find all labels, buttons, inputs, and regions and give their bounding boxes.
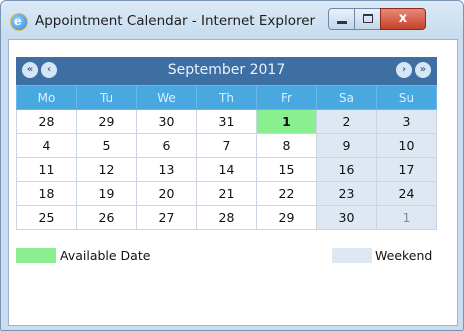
minimize-icon: [337, 21, 347, 24]
calendar-day-cell[interactable]: 28: [196, 205, 257, 230]
calendar-day-cell[interactable]: 29: [256, 205, 317, 230]
available-date-swatch: [16, 248, 56, 263]
calendar-day-cell[interactable]: 19: [76, 181, 137, 206]
calendar-day-cell[interactable]: 21: [196, 181, 257, 206]
calendar-day-cell[interactable]: 5: [76, 133, 137, 158]
calendar-day-cell[interactable]: 14: [196, 157, 257, 182]
calendar-day-cell[interactable]: 9: [316, 133, 377, 158]
close-button[interactable]: x: [380, 8, 426, 30]
calendar-day-cell[interactable]: 10: [376, 133, 437, 158]
calendar: « ‹ September 2017 › » Mo Tu We Th Fr Sa…: [16, 57, 437, 230]
calendar-day-cell[interactable]: 4: [16, 133, 77, 158]
calendar-day-cell[interactable]: 16: [316, 157, 377, 182]
maximize-button[interactable]: [354, 8, 381, 30]
weekday-header: Tu: [76, 85, 137, 110]
legend: Available Date Weekend: [16, 246, 437, 266]
calendar-day-cell[interactable]: 26: [76, 205, 137, 230]
available-date-label: Available Date: [60, 248, 151, 263]
weekday-header: Mo: [16, 85, 77, 110]
calendar-day-cell[interactable]: 13: [136, 157, 197, 182]
weekday-header-row: Mo Tu We Th Fr Sa Su: [16, 85, 437, 110]
calendar-day-cell[interactable]: 23: [316, 181, 377, 206]
calendar-day-cell[interactable]: 31: [196, 109, 257, 134]
weekday-header: We: [136, 85, 197, 110]
calendar-header: « ‹ September 2017 › »: [16, 57, 437, 85]
calendar-grid: Mo Tu We Th Fr Sa Su 28 29 30 31 1 2 3 4 5 6 7 8 9 10…: [16, 85, 437, 230]
weekend-label: Weekend: [375, 248, 433, 263]
calendar-day-cell[interactable]: 27: [136, 205, 197, 230]
title-bar[interactable]: e Appointment Calendar - Internet Explor…: [1, 1, 463, 39]
calendar-day-cell[interactable]: 30: [316, 205, 377, 230]
maximize-icon: [363, 14, 373, 23]
calendar-week-row: 25 26 27 28 29 30 1: [16, 205, 437, 230]
calendar-day-cell[interactable]: 12: [76, 157, 137, 182]
calendar-day-cell[interactable]: 7: [196, 133, 257, 158]
double-right-arrow-icon: »: [419, 64, 427, 75]
window-title: Appointment Calendar - Internet Explorer: [35, 13, 316, 29]
calendar-days: 28 29 30 31 1 2 3 4 5 6 7 8 9 10 11 12 13 14 15 16 17 18 19 20 2…: [16, 109, 437, 230]
minimize-button[interactable]: [328, 8, 355, 30]
calendar-day-cell[interactable]: 20: [136, 181, 197, 206]
calendar-day-cell[interactable]: 2: [316, 109, 377, 134]
weekday-header: Su: [376, 85, 437, 110]
weekday-header: Sa: [316, 85, 377, 110]
right-arrow-icon: ›: [401, 64, 407, 75]
calendar-day-cell[interactable]: 30: [136, 109, 197, 134]
calendar-day-cell[interactable]: 1: [376, 205, 437, 230]
next-month-button[interactable]: ›: [396, 62, 412, 78]
calendar-week-row: 28 29 30 31 1 2 3: [16, 109, 437, 134]
month-label: September 2017: [167, 62, 286, 78]
calendar-day-cell[interactable]: 6: [136, 133, 197, 158]
weekend-swatch: [332, 248, 372, 263]
calendar-day-cell[interactable]: 17: [376, 157, 437, 182]
calendar-day-cell[interactable]: 29: [76, 109, 137, 134]
calendar-week-row: 11 12 13 14 15 16 17: [16, 157, 437, 182]
next-year-button[interactable]: »: [415, 62, 431, 78]
calendar-day-cell[interactable]: 15: [256, 157, 317, 182]
calendar-day-cell[interactable]: 3: [376, 109, 437, 134]
internet-explorer-icon: e: [11, 14, 27, 30]
calendar-day-cell[interactable]: 18: [16, 181, 77, 206]
calendar-day-cell[interactable]: 22: [256, 181, 317, 206]
calendar-day-cell[interactable]: 1: [256, 109, 317, 134]
calendar-week-row: 4 5 6 7 8 9 10: [16, 133, 437, 158]
close-icon: x: [398, 11, 408, 26]
weekday-header: Fr: [256, 85, 317, 110]
calendar-day-cell[interactable]: 25: [16, 205, 77, 230]
calendar-day-cell[interactable]: 24: [376, 181, 437, 206]
calendar-day-cell[interactable]: 28: [16, 109, 77, 134]
weekday-header: Th: [196, 85, 257, 110]
calendar-week-row: 18 19 20 21 22 23 24: [16, 181, 437, 206]
calendar-day-cell[interactable]: 8: [256, 133, 317, 158]
calendar-day-cell[interactable]: 11: [16, 157, 77, 182]
